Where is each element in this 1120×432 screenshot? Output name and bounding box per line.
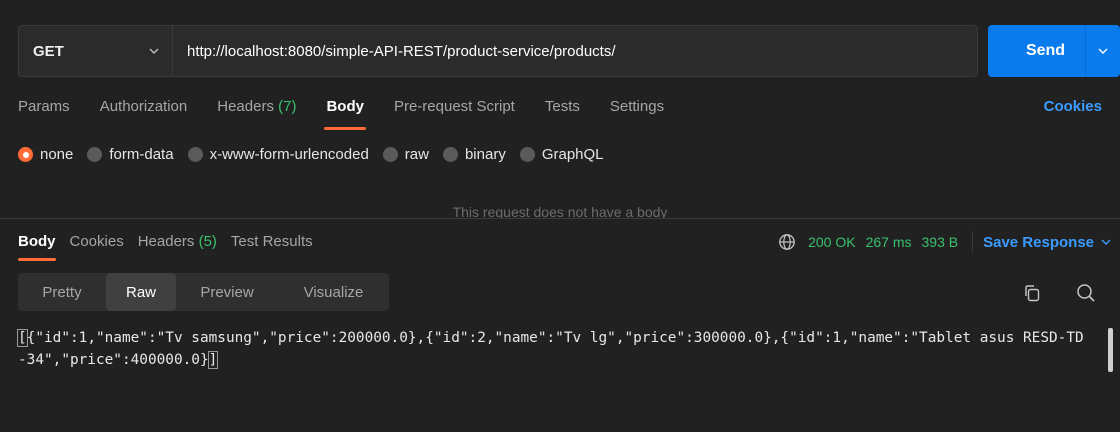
radio-icon (519, 147, 535, 162)
close-bracket: ] (207, 351, 219, 369)
send-label: Send (1025, 42, 1066, 59)
radio-icon (87, 147, 103, 162)
response-json: {"id":1,"name":"Tv samsung","price":2000… (18, 330, 1084, 368)
radio-x-www-form-urlencoded[interactable]: x-www-form-urlencoded (187, 146, 369, 163)
response-headers-count: (5) (198, 233, 217, 250)
send-button[interactable]: Send (988, 25, 1120, 77)
copy-icon[interactable] (1022, 283, 1042, 303)
tab-tests[interactable]: Tests (545, 98, 580, 132)
response-body[interactable]: [{"id":1,"name":"Tv samsung","price":200… (17, 327, 1088, 371)
tab-body[interactable]: Body (324, 98, 366, 132)
response-time[interactable]: 267 ms (866, 234, 912, 250)
chevron-down-icon (149, 48, 159, 54)
chevron-down-icon (1101, 239, 1111, 245)
view-visualize[interactable]: Visualize (278, 273, 389, 311)
cookies-link[interactable]: Cookies (1044, 98, 1102, 115)
response-meta: 200 OK 267 ms 393 B Save Response (778, 231, 1112, 253)
send-options-button[interactable] (1086, 25, 1120, 77)
tab-params[interactable]: Params (18, 98, 70, 132)
tab-authorization[interactable]: Authorization (100, 98, 188, 132)
radio-raw[interactable]: raw (382, 146, 429, 163)
save-response-button[interactable]: Save Response (983, 234, 1112, 251)
no-body-message: This request does not have a body (452, 204, 668, 218)
method-select[interactable]: GET (19, 26, 173, 76)
tab-headers[interactable]: Headers (7) (217, 98, 296, 132)
globe-icon[interactable] (778, 233, 796, 251)
method-label: GET (33, 42, 64, 60)
radio-icon (382, 147, 398, 162)
tab-settings[interactable]: Settings (610, 98, 664, 132)
response-tab-headers[interactable]: Headers (5) (138, 233, 217, 263)
scrollbar[interactable] (1108, 328, 1113, 372)
url-input[interactable] (173, 26, 977, 76)
radio-graphql[interactable]: GraphQL (519, 146, 604, 163)
radio-none[interactable]: none (18, 146, 73, 163)
view-raw[interactable]: Raw (106, 273, 176, 311)
radio-form-data[interactable]: form-data (87, 146, 174, 163)
response-tabs: Body Cookies Headers (5) Test Results (18, 233, 327, 263)
request-bar: GET (18, 25, 978, 77)
tab-pre-request-script[interactable]: Pre-request Script (394, 98, 515, 132)
response-size[interactable]: 393 B (922, 234, 959, 250)
search-icon[interactable] (1075, 282, 1097, 304)
response-tab-cookies[interactable]: Cookies (70, 233, 124, 263)
open-bracket: [ (17, 329, 28, 347)
headers-count: (7) (278, 98, 297, 115)
body-type-options: none form-data x-www-form-urlencoded raw… (18, 146, 618, 163)
response-tab-body[interactable]: Body (18, 233, 56, 263)
chevron-down-icon (1098, 48, 1108, 54)
view-pretty[interactable]: Pretty (18, 273, 106, 311)
radio-icon (187, 147, 203, 162)
response-tab-test-results[interactable]: Test Results (231, 233, 313, 263)
pane-divider[interactable] (0, 218, 1120, 219)
radio-binary[interactable]: binary (442, 146, 506, 163)
view-preview[interactable]: Preview (176, 273, 278, 311)
meta-divider (972, 231, 974, 253)
status-code[interactable]: 200 OK (808, 234, 855, 250)
view-mode-switch: Pretty Raw Preview Visualize (18, 273, 389, 311)
request-tabs: Params Authorization Headers (7) Body Pr… (18, 98, 694, 132)
radio-icon (442, 147, 458, 162)
radio-selected-icon (18, 147, 33, 162)
